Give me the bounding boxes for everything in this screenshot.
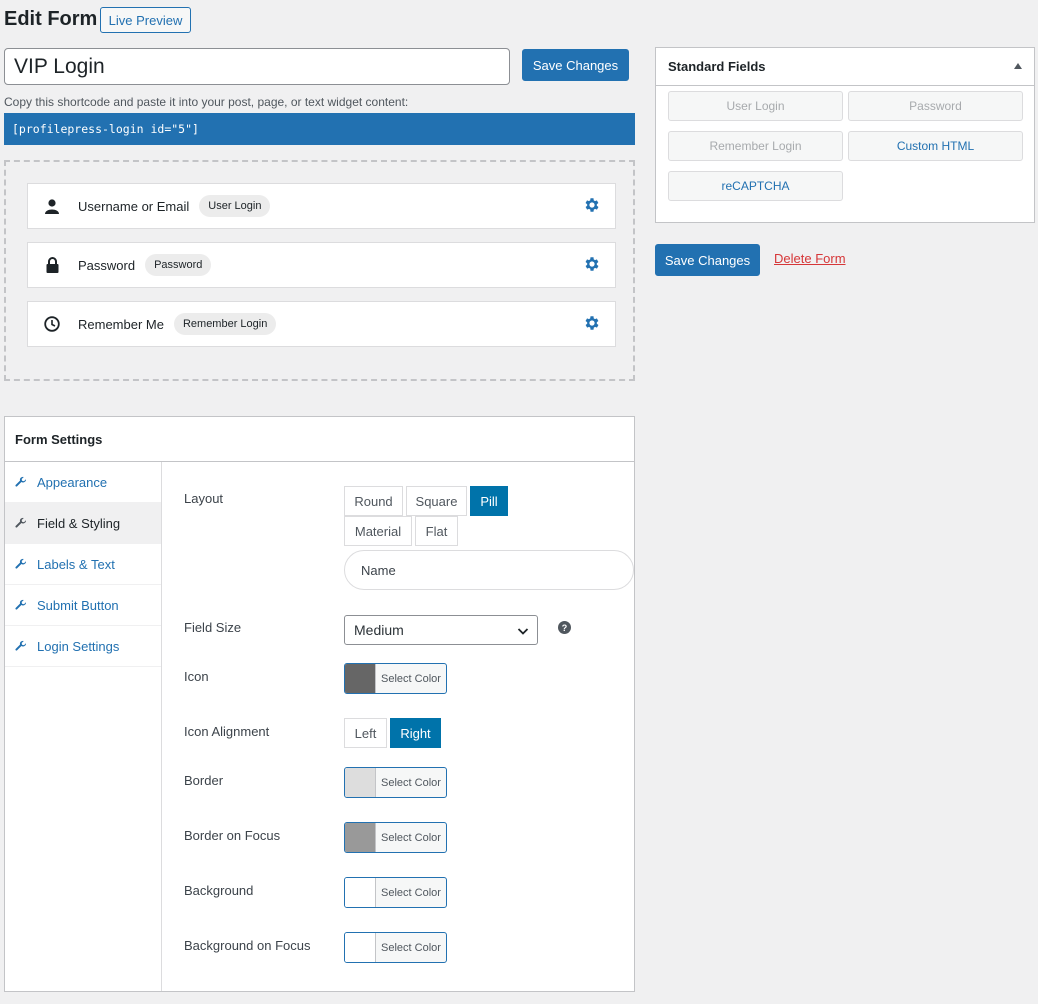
form-settings-panel: Form Settings Appearance Field & Styling… xyxy=(4,416,635,992)
field-type-tag: Remember Login xyxy=(173,313,277,335)
std-field-password[interactable]: Password xyxy=(848,91,1023,121)
layout-option-flat[interactable]: Flat xyxy=(415,516,458,546)
field-label: Password xyxy=(78,257,136,273)
background-color-picker[interactable]: Select Color xyxy=(344,877,447,908)
gear-icon[interactable] xyxy=(583,255,601,276)
icon-alignment-label: Icon Alignment xyxy=(184,724,270,739)
field-label: Username or Email xyxy=(78,198,190,214)
layout-preview-input[interactable]: Name xyxy=(344,550,634,590)
border-focus-color-label: Border on Focus xyxy=(184,828,281,843)
std-field-recaptcha[interactable]: reCAPTCHA xyxy=(668,171,843,201)
delete-form-link[interactable]: Delete Form xyxy=(774,251,846,266)
user-icon xyxy=(28,198,76,214)
std-field-remember-login[interactable]: Remember Login xyxy=(668,131,843,161)
field-size-value: Medium xyxy=(354,622,404,638)
color-swatch xyxy=(345,823,376,852)
color-swatch xyxy=(345,933,376,962)
layout-option-pill[interactable]: Pill xyxy=(470,486,508,516)
tab-label: Submit Button xyxy=(37,597,119,613)
save-changes-button[interactable]: Save Changes xyxy=(522,49,629,81)
select-color-label: Select Color xyxy=(381,941,441,954)
field-type-tag: User Login xyxy=(199,195,271,217)
select-color-label: Select Color xyxy=(381,776,441,789)
border-focus-color-picker[interactable]: Select Color xyxy=(344,822,447,853)
page-title: Edit Form xyxy=(4,8,98,30)
select-color-label: Select Color xyxy=(381,831,441,844)
chevron-down-icon xyxy=(517,624,529,640)
wrench-icon xyxy=(15,640,29,652)
color-swatch xyxy=(345,768,376,797)
live-preview-button[interactable]: Live Preview xyxy=(100,7,191,33)
color-swatch xyxy=(345,664,376,693)
settings-tabs: Appearance Field & Styling Labels & Text… xyxy=(5,462,162,991)
form-settings-title: Form Settings xyxy=(5,417,634,462)
tab-label: Login Settings xyxy=(37,638,120,654)
standard-fields-header[interactable]: Standard Fields xyxy=(656,48,1034,86)
gear-icon[interactable] xyxy=(583,196,601,217)
alignment-option-left[interactable]: Left xyxy=(344,718,387,748)
layout-label: Layout xyxy=(184,491,224,506)
builder-field-password[interactable]: Password Password xyxy=(27,242,616,288)
wrench-icon xyxy=(15,476,29,488)
field-size-select[interactable]: Medium xyxy=(344,615,538,645)
border-color-picker[interactable]: Select Color xyxy=(344,767,447,798)
tab-label: Labels & Text xyxy=(37,556,115,572)
background-color-label: Background xyxy=(184,883,254,898)
layout-option-material[interactable]: Material xyxy=(344,516,412,546)
layout-option-round[interactable]: Round xyxy=(344,486,403,516)
icon-color-picker[interactable]: Select Color xyxy=(344,663,447,694)
tab-login-settings[interactable]: Login Settings xyxy=(5,626,161,667)
tab-field-styling[interactable]: Field & Styling xyxy=(5,503,161,544)
builder-field-remember-login[interactable]: Remember Me Remember Login xyxy=(27,301,616,347)
shortcode-hint: Copy this shortcode and paste it into yo… xyxy=(4,95,409,109)
field-size-label: Field Size xyxy=(184,620,242,635)
std-field-custom-html[interactable]: Custom HTML xyxy=(848,131,1023,161)
clock-icon xyxy=(28,316,76,332)
wrench-icon xyxy=(15,558,29,570)
shortcode-box[interactable]: [profilepress-login id="5"] xyxy=(4,113,635,145)
tab-label: Field & Styling xyxy=(37,515,121,531)
lock-icon xyxy=(28,257,76,273)
standard-fields-panel: Standard Fields User Login Password Reme… xyxy=(655,47,1035,223)
standard-fields-title: Standard Fields xyxy=(668,59,766,74)
wrench-icon xyxy=(15,599,29,611)
tab-labels-text[interactable]: Labels & Text xyxy=(5,544,161,585)
background-focus-color-label: Background on Focus xyxy=(184,938,311,953)
select-color-label: Select Color xyxy=(381,886,441,899)
icon-color-label: Icon xyxy=(184,669,209,684)
wrench-icon xyxy=(15,517,29,529)
gear-icon[interactable] xyxy=(583,314,601,335)
std-field-user-login[interactable]: User Login xyxy=(668,91,843,121)
layout-option-square[interactable]: Square xyxy=(406,486,467,516)
save-changes-side-button[interactable]: Save Changes xyxy=(655,244,760,276)
tab-submit-button[interactable]: Submit Button xyxy=(5,585,161,626)
collapse-arrow-icon[interactable] xyxy=(1014,63,1022,69)
form-builder-dropzone[interactable]: Username or Email User Login Password Pa… xyxy=(4,160,635,381)
tab-appearance[interactable]: Appearance xyxy=(5,462,161,503)
help-icon[interactable]: ? xyxy=(558,621,571,634)
select-color-label: Select Color xyxy=(381,672,441,685)
field-type-tag: Password xyxy=(145,254,212,276)
border-color-label: Border xyxy=(184,773,224,788)
field-label: Remember Me xyxy=(78,316,164,332)
alignment-option-right[interactable]: Right xyxy=(390,718,441,748)
color-swatch xyxy=(345,878,376,907)
background-focus-color-picker[interactable]: Select Color xyxy=(344,932,447,963)
form-name-input[interactable]: VIP Login xyxy=(4,48,510,85)
tab-label: Appearance xyxy=(37,474,108,490)
builder-field-user-login[interactable]: Username or Email User Login xyxy=(27,183,616,229)
